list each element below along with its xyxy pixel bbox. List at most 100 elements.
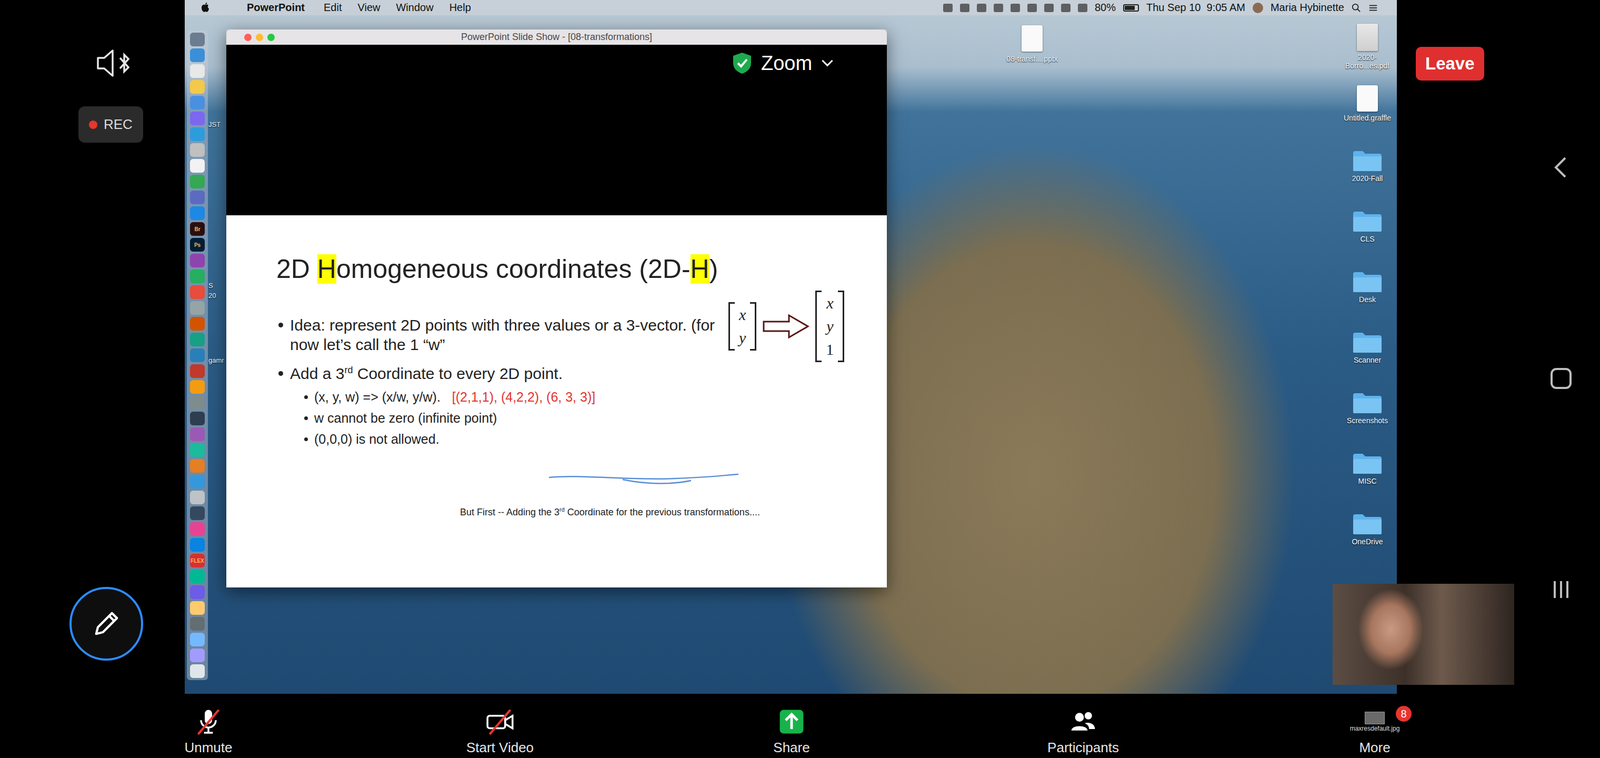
dock-app[interactable] (190, 332, 205, 347)
dock-app[interactable] (190, 253, 205, 268)
zoom-meeting-screen: PowerPoint EditViewWindowHelp 80% Thu Se… (0, 0, 1600, 758)
notification-list-icon[interactable] (1368, 3, 1378, 13)
dock-app[interactable] (190, 537, 205, 552)
speaker-bluetooth-icon[interactable] (94, 46, 134, 80)
desktop-icon[interactable]: 2020-Fall (1338, 143, 1397, 205)
dock-app[interactable] (190, 506, 205, 520)
dock-app[interactable] (190, 64, 205, 78)
desktop-label[interactable]: JST (208, 120, 221, 129)
desktop-icon[interactable]: 2020-Borro...es.pdf (1338, 22, 1397, 84)
status-icon[interactable] (976, 3, 987, 13)
desktop-icon[interactable]: Desk (1338, 264, 1397, 326)
status-icon[interactable] (993, 3, 1004, 13)
dock-app[interactable] (190, 522, 205, 536)
dock-app[interactable] (190, 664, 205, 678)
desktop-label[interactable]: S (208, 281, 214, 290)
desktop-label[interactable]: gamr (208, 356, 225, 365)
status-icon[interactable] (1044, 3, 1054, 13)
recents-icon[interactable] (1545, 573, 1577, 606)
dock-app[interactable] (190, 601, 205, 615)
dock-app[interactable] (190, 585, 205, 599)
status-icon[interactable] (960, 3, 970, 13)
slide: 2D Homogeneous coordinates (2D-H) Idea: … (226, 215, 887, 588)
dock-app[interactable] (190, 616, 205, 631)
dock-app[interactable] (190, 48, 205, 63)
window-title-bar[interactable]: PowerPoint Slide Show - [08-transformati… (226, 29, 887, 45)
toolbar-button[interactable]: Participants (937, 693, 1229, 758)
dock-app[interactable] (190, 395, 205, 410)
toolbar-button[interactable]: Unmute (62, 693, 355, 758)
dock-app[interactable] (190, 411, 205, 426)
annotate-button[interactable] (69, 586, 144, 661)
back-chevron-icon[interactable] (1545, 151, 1577, 184)
desktop-icon[interactable]: Scanner (1338, 325, 1397, 386)
file-icon (1356, 85, 1378, 112)
battery-icon[interactable] (1123, 4, 1139, 12)
status-icon[interactable] (943, 3, 953, 13)
dock-app[interactable]: Br (190, 222, 205, 236)
user-name[interactable]: Maria Hybinette (1270, 1, 1345, 14)
dock-app[interactable] (190, 443, 205, 457)
close-button[interactable] (244, 33, 252, 42)
folder-icon (1352, 392, 1383, 415)
dock-app[interactable] (190, 269, 205, 284)
dock-app[interactable] (190, 427, 205, 442)
dock-app[interactable] (190, 380, 205, 394)
leave-button[interactable]: Leave (1415, 46, 1485, 81)
dock-app[interactable]: Ps (190, 237, 205, 252)
minimize-button[interactable] (255, 33, 264, 42)
menu-item[interactable]: Window (395, 1, 434, 14)
desktop-icon[interactable]: CLS (1338, 204, 1397, 265)
dock-app[interactable] (190, 80, 205, 94)
dock-app[interactable] (190, 648, 205, 663)
menu-app-name[interactable]: PowerPoint (246, 1, 305, 14)
desktop-label[interactable]: 20 (208, 291, 216, 300)
status-icon[interactable] (1010, 3, 1020, 13)
zoom-button[interactable] (267, 33, 275, 42)
desktop-file[interactable]: 08-transf....pptx (1003, 25, 1062, 64)
dock-app[interactable] (190, 158, 205, 173)
dock-app[interactable] (190, 174, 205, 189)
dock-app[interactable] (190, 111, 205, 126)
dock-app[interactable]: FLEX (190, 553, 205, 568)
toolbar-button[interactable]: Start Video (354, 693, 646, 758)
desktop-icon[interactable]: OneDrive (1338, 506, 1397, 568)
toolbar-button[interactable]: maxresdefault.jpg 8 More (1228, 693, 1521, 758)
home-square-icon[interactable] (1545, 362, 1577, 395)
search-icon[interactable] (1351, 3, 1362, 13)
dock-app[interactable] (190, 143, 205, 157)
dock-app[interactable] (190, 32, 205, 47)
status-icon[interactable] (1061, 3, 1071, 13)
dock-app[interactable] (190, 490, 205, 505)
status-icon[interactable] (1077, 3, 1088, 13)
dock-app[interactable] (190, 458, 205, 473)
desktop-icon[interactable]: Untitled.graffle (1338, 83, 1397, 144)
dock-app[interactable] (190, 95, 205, 110)
self-video[interactable] (1332, 583, 1515, 685)
clock[interactable]: Thu Sep 10 9:05 AM (1146, 1, 1246, 14)
dock-app[interactable] (190, 127, 205, 142)
dock-app[interactable] (190, 206, 205, 220)
dock-app[interactable] (190, 364, 205, 378)
dock-app[interactable] (190, 569, 205, 584)
status-icon[interactable] (1027, 3, 1037, 13)
apple-icon[interactable] (200, 2, 210, 14)
zoom-security-menu[interactable]: Zoom (731, 51, 835, 75)
dock-app[interactable] (190, 348, 205, 363)
desktop-icon[interactable]: MISC (1338, 446, 1397, 507)
dock-app[interactable] (190, 285, 205, 299)
desktop-icon[interactable]: Screenshots (1338, 385, 1397, 447)
menu-item[interactable]: Help (449, 1, 472, 14)
pdf-thumbnail-icon (1356, 23, 1378, 52)
slide-footer: But First -- Adding the 3rd Coordinate f… (460, 506, 872, 518)
dock-app[interactable] (190, 190, 205, 205)
dock-app[interactable] (190, 316, 205, 331)
menu-item[interactable]: Edit (323, 1, 342, 14)
dock-app[interactable] (190, 474, 205, 489)
folder-icon (1352, 513, 1383, 536)
toolbar-button[interactable]: Share (645, 693, 938, 758)
dock-app[interactable] (190, 632, 205, 647)
menu-item[interactable]: View (357, 1, 380, 14)
dock-app[interactable] (190, 301, 205, 315)
user-avatar-icon[interactable] (1252, 2, 1264, 14)
